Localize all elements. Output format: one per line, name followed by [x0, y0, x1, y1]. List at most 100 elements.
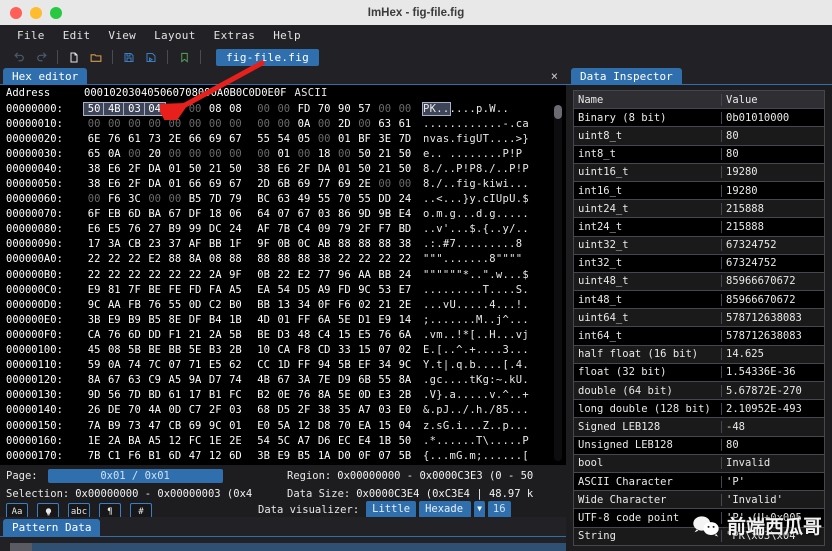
- hex-byte[interactable]: F6: [104, 193, 124, 205]
- hex-byte[interactable]: 5B: [395, 450, 415, 462]
- hex-byte[interactable]: 63: [124, 374, 144, 386]
- hex-rows-container[interactable]: 00000000:504B0304140008080000FD709057000…: [0, 101, 566, 465]
- hex-row[interactable]: 00000170:7BC1F6B16D47126D3BE9B51AD00F075…: [0, 448, 566, 463]
- hex-byte[interactable]: 55: [314, 193, 334, 205]
- table-row[interactable]: uint8_t80: [574, 127, 824, 144]
- hex-byte[interactable]: 50: [395, 163, 415, 175]
- hex-byte[interactable]: 63: [274, 193, 294, 205]
- tab-data-inspector[interactable]: Data Inspector: [571, 68, 682, 85]
- hex-byte[interactable]: 5B: [334, 359, 354, 371]
- hex-byte[interactable]: 22: [334, 253, 354, 265]
- hex-byte[interactable]: 0D: [354, 389, 374, 401]
- ascii-cell[interactable]: .........T....S.: [423, 284, 529, 296]
- hex-byte[interactable]: 9C: [84, 299, 104, 311]
- hex-byte[interactable]: 14: [165, 103, 185, 115]
- hex-byte[interactable]: B9: [104, 420, 124, 432]
- hex-row[interactable]: 000000C0:E9817FBEFEFDFAA5EA54D5A9FD9C53E…: [0, 282, 566, 297]
- hex-byte[interactable]: E2: [294, 269, 314, 281]
- hex-byte[interactable]: 07: [375, 450, 395, 462]
- table-row[interactable]: uint32_t67324752: [574, 237, 824, 254]
- hex-byte[interactable]: 77: [314, 178, 334, 190]
- hex-byte[interactable]: 21: [375, 148, 395, 160]
- hex-byte[interactable]: 7C: [145, 359, 165, 371]
- hex-byte[interactable]: 4B: [254, 374, 274, 386]
- hex-byte[interactable]: 08: [205, 253, 225, 265]
- hex-row[interactable]: 000000A0:222222E2888A0888888888382222222…: [0, 252, 566, 267]
- hex-byte[interactable]: E3: [375, 389, 395, 401]
- hex-byte[interactable]: EF: [354, 359, 374, 371]
- hex-byte[interactable]: 50: [395, 148, 415, 160]
- hex-row[interactable]: 000000B0:2222222222222A9F0B22E27796AABB2…: [0, 267, 566, 282]
- hex-byte[interactable]: C9: [145, 374, 165, 386]
- hex-byte[interactable]: 01: [274, 148, 294, 160]
- hex-row[interactable]: 00000150:7AB97347CB699C01E05A12D870EA150…: [0, 418, 566, 433]
- hex-byte[interactable]: 03: [225, 404, 245, 416]
- hex-row[interactable]: 00000070:6FEB6DBA67DF180664076703869D9BE…: [0, 207, 566, 222]
- hex-byte[interactable]: 61: [165, 389, 185, 401]
- hex-body[interactable]: Address 000102030405060708090A0B0C0D0E0F…: [0, 85, 566, 465]
- hex-byte[interactable]: 9C: [205, 420, 225, 432]
- hex-byte[interactable]: 00: [205, 148, 225, 160]
- hex-byte[interactable]: 18: [314, 148, 334, 160]
- hex-byte[interactable]: C4: [314, 329, 334, 341]
- hex-byte[interactable]: 22: [185, 269, 205, 281]
- save-as-icon[interactable]: [140, 48, 162, 66]
- hex-byte[interactable]: 01: [165, 163, 185, 175]
- hex-byte[interactable]: F6: [124, 450, 144, 462]
- hex-row[interactable]: 00000160:1E2ABAA512FC1E2E545CA7D6ECE41B5…: [0, 433, 566, 448]
- format-select[interactable]: Hexade: [419, 501, 471, 517]
- hex-byte[interactable]: 70: [314, 103, 334, 115]
- hex-byte[interactable]: 2B: [225, 344, 245, 356]
- hex-byte[interactable]: 88: [225, 253, 245, 265]
- ascii-cell[interactable]: .vm..!*[..H...vj: [423, 329, 529, 341]
- hex-byte[interactable]: DD: [375, 193, 395, 205]
- hex-byte[interactable]: 50: [225, 163, 245, 175]
- ascii-cell[interactable]: E.[..^.+....3...: [423, 344, 529, 356]
- hex-byte[interactable]: 74: [124, 359, 144, 371]
- hex-byte[interactable]: 55: [254, 133, 274, 145]
- hex-byte[interactable]: FE: [165, 284, 185, 296]
- hex-byte[interactable]: 00: [185, 103, 205, 115]
- hex-byte[interactable]: 00: [395, 178, 415, 190]
- hex-byte[interactable]: 03: [375, 404, 395, 416]
- hex-byte[interactable]: 59: [84, 359, 104, 371]
- hex-byte[interactable]: 4D: [254, 314, 274, 326]
- hex-byte[interactable]: FD: [185, 284, 205, 296]
- hex-byte[interactable]: 76: [104, 133, 124, 145]
- table-row[interactable]: long double (128 bit)2.10952E-493: [574, 400, 824, 417]
- bookmark-icon[interactable]: [173, 48, 195, 66]
- hex-byte[interactable]: 5E: [334, 389, 354, 401]
- hex-byte[interactable]: 01: [225, 420, 245, 432]
- hex-byte[interactable]: B5: [294, 450, 314, 462]
- hex-row[interactable]: 00000080:E6E57627B999DC24AF7BC409792FF7B…: [0, 222, 566, 237]
- hex-byte[interactable]: 2F: [354, 223, 374, 235]
- hex-byte[interactable]: 24: [225, 223, 245, 235]
- hex-byte[interactable]: C4: [294, 223, 314, 235]
- hex-byte[interactable]: 76: [294, 389, 314, 401]
- hex-byte[interactable]: 94: [314, 359, 334, 371]
- hex-byte[interactable]: 56: [104, 389, 124, 401]
- hex-byte[interactable]: 54: [254, 435, 274, 447]
- hex-byte[interactable]: 07: [274, 208, 294, 220]
- hex-byte[interactable]: D3: [274, 329, 294, 341]
- ascii-cell[interactable]: 8./..P!P8./..P!P: [423, 163, 529, 175]
- hex-byte[interactable]: 35: [334, 404, 354, 416]
- hex-byte[interactable]: BB: [375, 269, 395, 281]
- hex-byte[interactable]: 00: [375, 103, 395, 115]
- ascii-cell[interactable]: &.pJ../.h./85...: [423, 404, 529, 416]
- hex-byte[interactable]: 1B: [225, 314, 245, 326]
- hex-byte[interactable]: 45: [84, 344, 104, 356]
- hex-byte[interactable]: BA: [145, 208, 165, 220]
- hex-byte[interactable]: 2F: [124, 178, 144, 190]
- hex-byte[interactable]: 66: [185, 133, 205, 145]
- hex-byte[interactable]: FC: [185, 435, 205, 447]
- hex-row[interactable]: 00000100:45085BBEBB5EB32B10CAF8CD3315070…: [0, 343, 566, 358]
- hex-byte[interactable]: 00: [124, 118, 144, 130]
- hex-byte[interactable]: C2: [205, 299, 225, 311]
- table-row[interactable]: uint64_t578712638083: [574, 309, 824, 326]
- hex-byte[interactable]: E9: [84, 284, 104, 296]
- hex-byte[interactable]: 00: [274, 118, 294, 130]
- hex-byte[interactable]: 2E: [395, 299, 415, 311]
- hex-byte[interactable]: 17: [84, 238, 104, 250]
- hex-byte[interactable]: B4: [205, 314, 225, 326]
